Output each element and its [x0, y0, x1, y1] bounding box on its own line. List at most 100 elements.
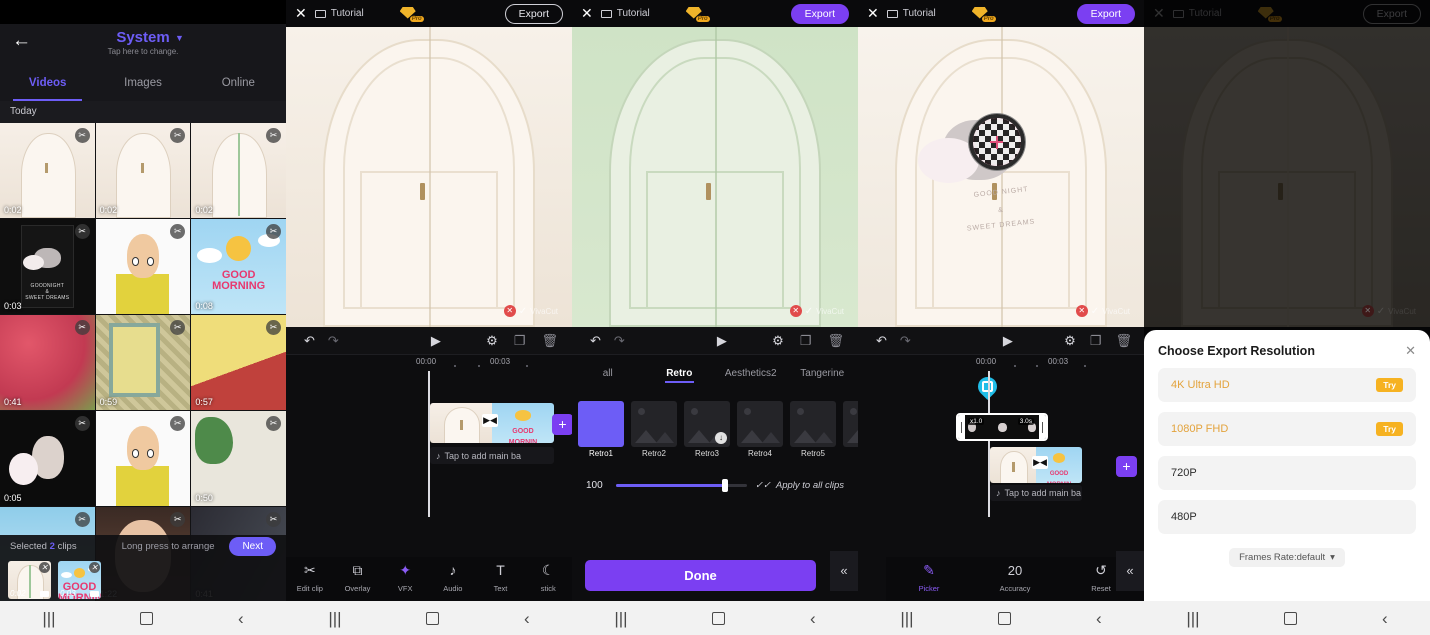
tool-stick[interactable]: ☾ stick	[524, 562, 572, 596]
tab-videos[interactable]: Videos	[0, 74, 95, 101]
close-icon[interactable]: ✕	[1405, 343, 1416, 359]
duplicate-icon[interactable]: ❐	[1090, 333, 1102, 349]
tool-audio[interactable]: ♪ Audio	[429, 562, 477, 596]
watermark-close-icon[interactable]: ✕	[789, 305, 802, 317]
filter-category-all[interactable]: all	[572, 368, 644, 379]
home-icon[interactable]	[998, 611, 1012, 625]
tool-picker[interactable]: ✎ Picker	[886, 562, 972, 596]
duplicate-icon[interactable]: ❐	[514, 333, 526, 349]
add-clip-button[interactable]: +	[1116, 456, 1137, 477]
media-grid-item[interactable]: ✂ 0:02	[191, 123, 286, 218]
media-grid-item[interactable]: ✂ 0:05	[0, 411, 95, 506]
home-icon[interactable]	[712, 611, 726, 625]
gear-icon[interactable]: ⚙	[486, 333, 498, 349]
export-button[interactable]: Export	[790, 3, 849, 24]
scissors-icon[interactable]: ✂	[74, 224, 90, 239]
resolution-option[interactable]: 1080P FHD Try	[1158, 412, 1416, 446]
tool-text[interactable]: T Text	[477, 562, 525, 596]
selected-overlay-clip[interactable]: x1.0 3.0s	[956, 413, 1048, 441]
selected-clip-thumb[interactable]: GOODMORNING✕0:03	[58, 561, 101, 599]
resolution-option[interactable]: 480P	[1158, 500, 1416, 534]
recents-icon[interactable]: |||	[1186, 610, 1199, 627]
recents-icon[interactable]: |||	[42, 610, 55, 627]
play-icon[interactable]: ▶	[431, 333, 441, 349]
scissors-icon[interactable]: ✂	[74, 320, 90, 335]
filter-thumb[interactable]	[790, 401, 836, 447]
add-clip-button[interactable]: +	[552, 414, 572, 435]
filter-item[interactable]: ↓ Retro3	[684, 401, 730, 458]
filter-item[interactable]: R	[843, 401, 858, 458]
filter-category-aesthetics2[interactable]: Aesthetics2	[715, 368, 787, 379]
watermark[interactable]: ✕ ✓ VivaCut	[1075, 305, 1130, 317]
duplicate-icon[interactable]: ❐	[800, 333, 812, 349]
music-track[interactable]: ♪ Tap to add main ba	[990, 485, 1082, 501]
timeline[interactable]: 00:00 00:03 x1.0 3.0s GOODMORNIN ▶◀	[858, 355, 1144, 535]
watermark-close-icon[interactable]: ✕	[503, 305, 516, 317]
timeline[interactable]: 00:00 00:03 GOOD MORNIN ▶◀ ♪ Tap to add m…	[286, 355, 572, 535]
filter-thumb[interactable]: ↓	[684, 401, 730, 447]
undo-icon[interactable]: ↶	[876, 333, 887, 349]
export-button[interactable]: Export	[1076, 3, 1135, 24]
collapse-left-icon[interactable]: «	[830, 551, 858, 591]
back-icon[interactable]: ‹	[810, 610, 816, 627]
watermark[interactable]: ✕ ✓ VivaCut	[503, 305, 558, 317]
watermark[interactable]: ✕ ✓ VivaCut	[789, 305, 844, 317]
filter-thumb[interactable]	[737, 401, 783, 447]
video-preview[interactable]: ✕ ✓ VivaCut	[286, 27, 572, 327]
overlay-sticker[interactable]: GOOD NIGHT & SWEET DREAMS	[917, 111, 1081, 261]
tab-online[interactable]: Online	[191, 74, 286, 101]
done-button[interactable]: Done	[585, 560, 816, 591]
scissors-icon[interactable]: ✂	[265, 128, 281, 143]
video-preview[interactable]: GOOD NIGHT & SWEET DREAMS ✕ ✓ VivaCut	[858, 27, 1144, 327]
media-grid-item[interactable]: ✂ 0:02	[0, 123, 95, 218]
media-grid-item[interactable]: ✂ 0:57	[191, 315, 286, 410]
filter-thumb[interactable]	[631, 401, 677, 447]
filter-thumb[interactable]	[578, 401, 624, 447]
back-icon[interactable]: ‹	[524, 610, 530, 627]
transition-icon[interactable]: ▶◀	[482, 414, 498, 427]
redo-icon[interactable]: ↷	[328, 333, 339, 349]
color-picker-circle-icon[interactable]	[968, 114, 1025, 170]
filter-item[interactable]: Retro4	[737, 401, 783, 458]
scissors-icon[interactable]: ✂	[265, 320, 281, 335]
tutorial-button[interactable]: Tutorial	[886, 8, 936, 19]
media-grid-item[interactable]: GOOD MORNING ✂ 0:08	[191, 219, 286, 314]
undo-icon[interactable]: ↶	[590, 333, 601, 349]
filter-category-tangerine[interactable]: Tangerine	[787, 368, 859, 379]
tutorial-button[interactable]: Tutorial	[314, 8, 364, 19]
trash-icon[interactable]: 🗑	[1115, 333, 1132, 349]
media-grid-item[interactable]: ✂	[95, 411, 191, 506]
next-button[interactable]: Next	[229, 537, 276, 556]
selected-clip-thumb[interactable]: ✕ 0:02	[8, 561, 51, 599]
close-icon[interactable]: ✕	[581, 5, 593, 22]
playhead[interactable]	[428, 371, 430, 517]
media-grid-item[interactable]: ✂	[95, 219, 191, 314]
tutorial-button[interactable]: Tutorial	[600, 8, 650, 19]
media-grid-item[interactable]: GOODNIGHT & SWEET DREAMS ✂ 0:03	[0, 219, 95, 314]
download-icon[interactable]: ↓	[715, 432, 727, 444]
media-grid-item[interactable]: ✂ 0:50	[191, 411, 286, 506]
back-icon[interactable]: ‹	[1382, 610, 1388, 627]
filter-category-retro[interactable]: Retro	[644, 368, 716, 383]
close-icon[interactable]: ✕	[295, 5, 307, 22]
pro-diamond-icon[interactable]: Pro	[685, 6, 710, 22]
chevron-down-icon[interactable]: ▼	[175, 33, 184, 43]
watermark-close-icon[interactable]: ✕	[1075, 305, 1088, 317]
pro-diamond-icon[interactable]: Pro	[399, 6, 424, 22]
scissors-icon[interactable]: ✂	[265, 224, 281, 239]
tool-edit-clip[interactable]: ✂ Edit clip	[286, 562, 334, 596]
close-icon[interactable]: ✕	[39, 562, 50, 573]
back-icon[interactable]: ‹	[1096, 610, 1102, 627]
filter-item[interactable]: Retro5	[790, 401, 836, 458]
music-track[interactable]: ♪ Tap to add main ba	[430, 447, 554, 464]
redo-icon[interactable]: ↷	[614, 333, 625, 349]
back-icon[interactable]: ‹	[238, 610, 244, 627]
media-grid-item[interactable]: ✂ 0:02	[95, 123, 191, 218]
apply-to-all-button[interactable]: ✓✓ Apply to all clips	[755, 480, 844, 491]
redo-icon[interactable]: ↷	[900, 333, 911, 349]
filter-thumb[interactable]	[843, 401, 858, 447]
scissors-icon[interactable]: ✂	[74, 416, 90, 431]
tool-overlay[interactable]: ⧉ Overlay	[334, 562, 382, 596]
gear-icon[interactable]: ⚙	[772, 333, 784, 349]
recents-icon[interactable]: |||	[328, 610, 341, 627]
